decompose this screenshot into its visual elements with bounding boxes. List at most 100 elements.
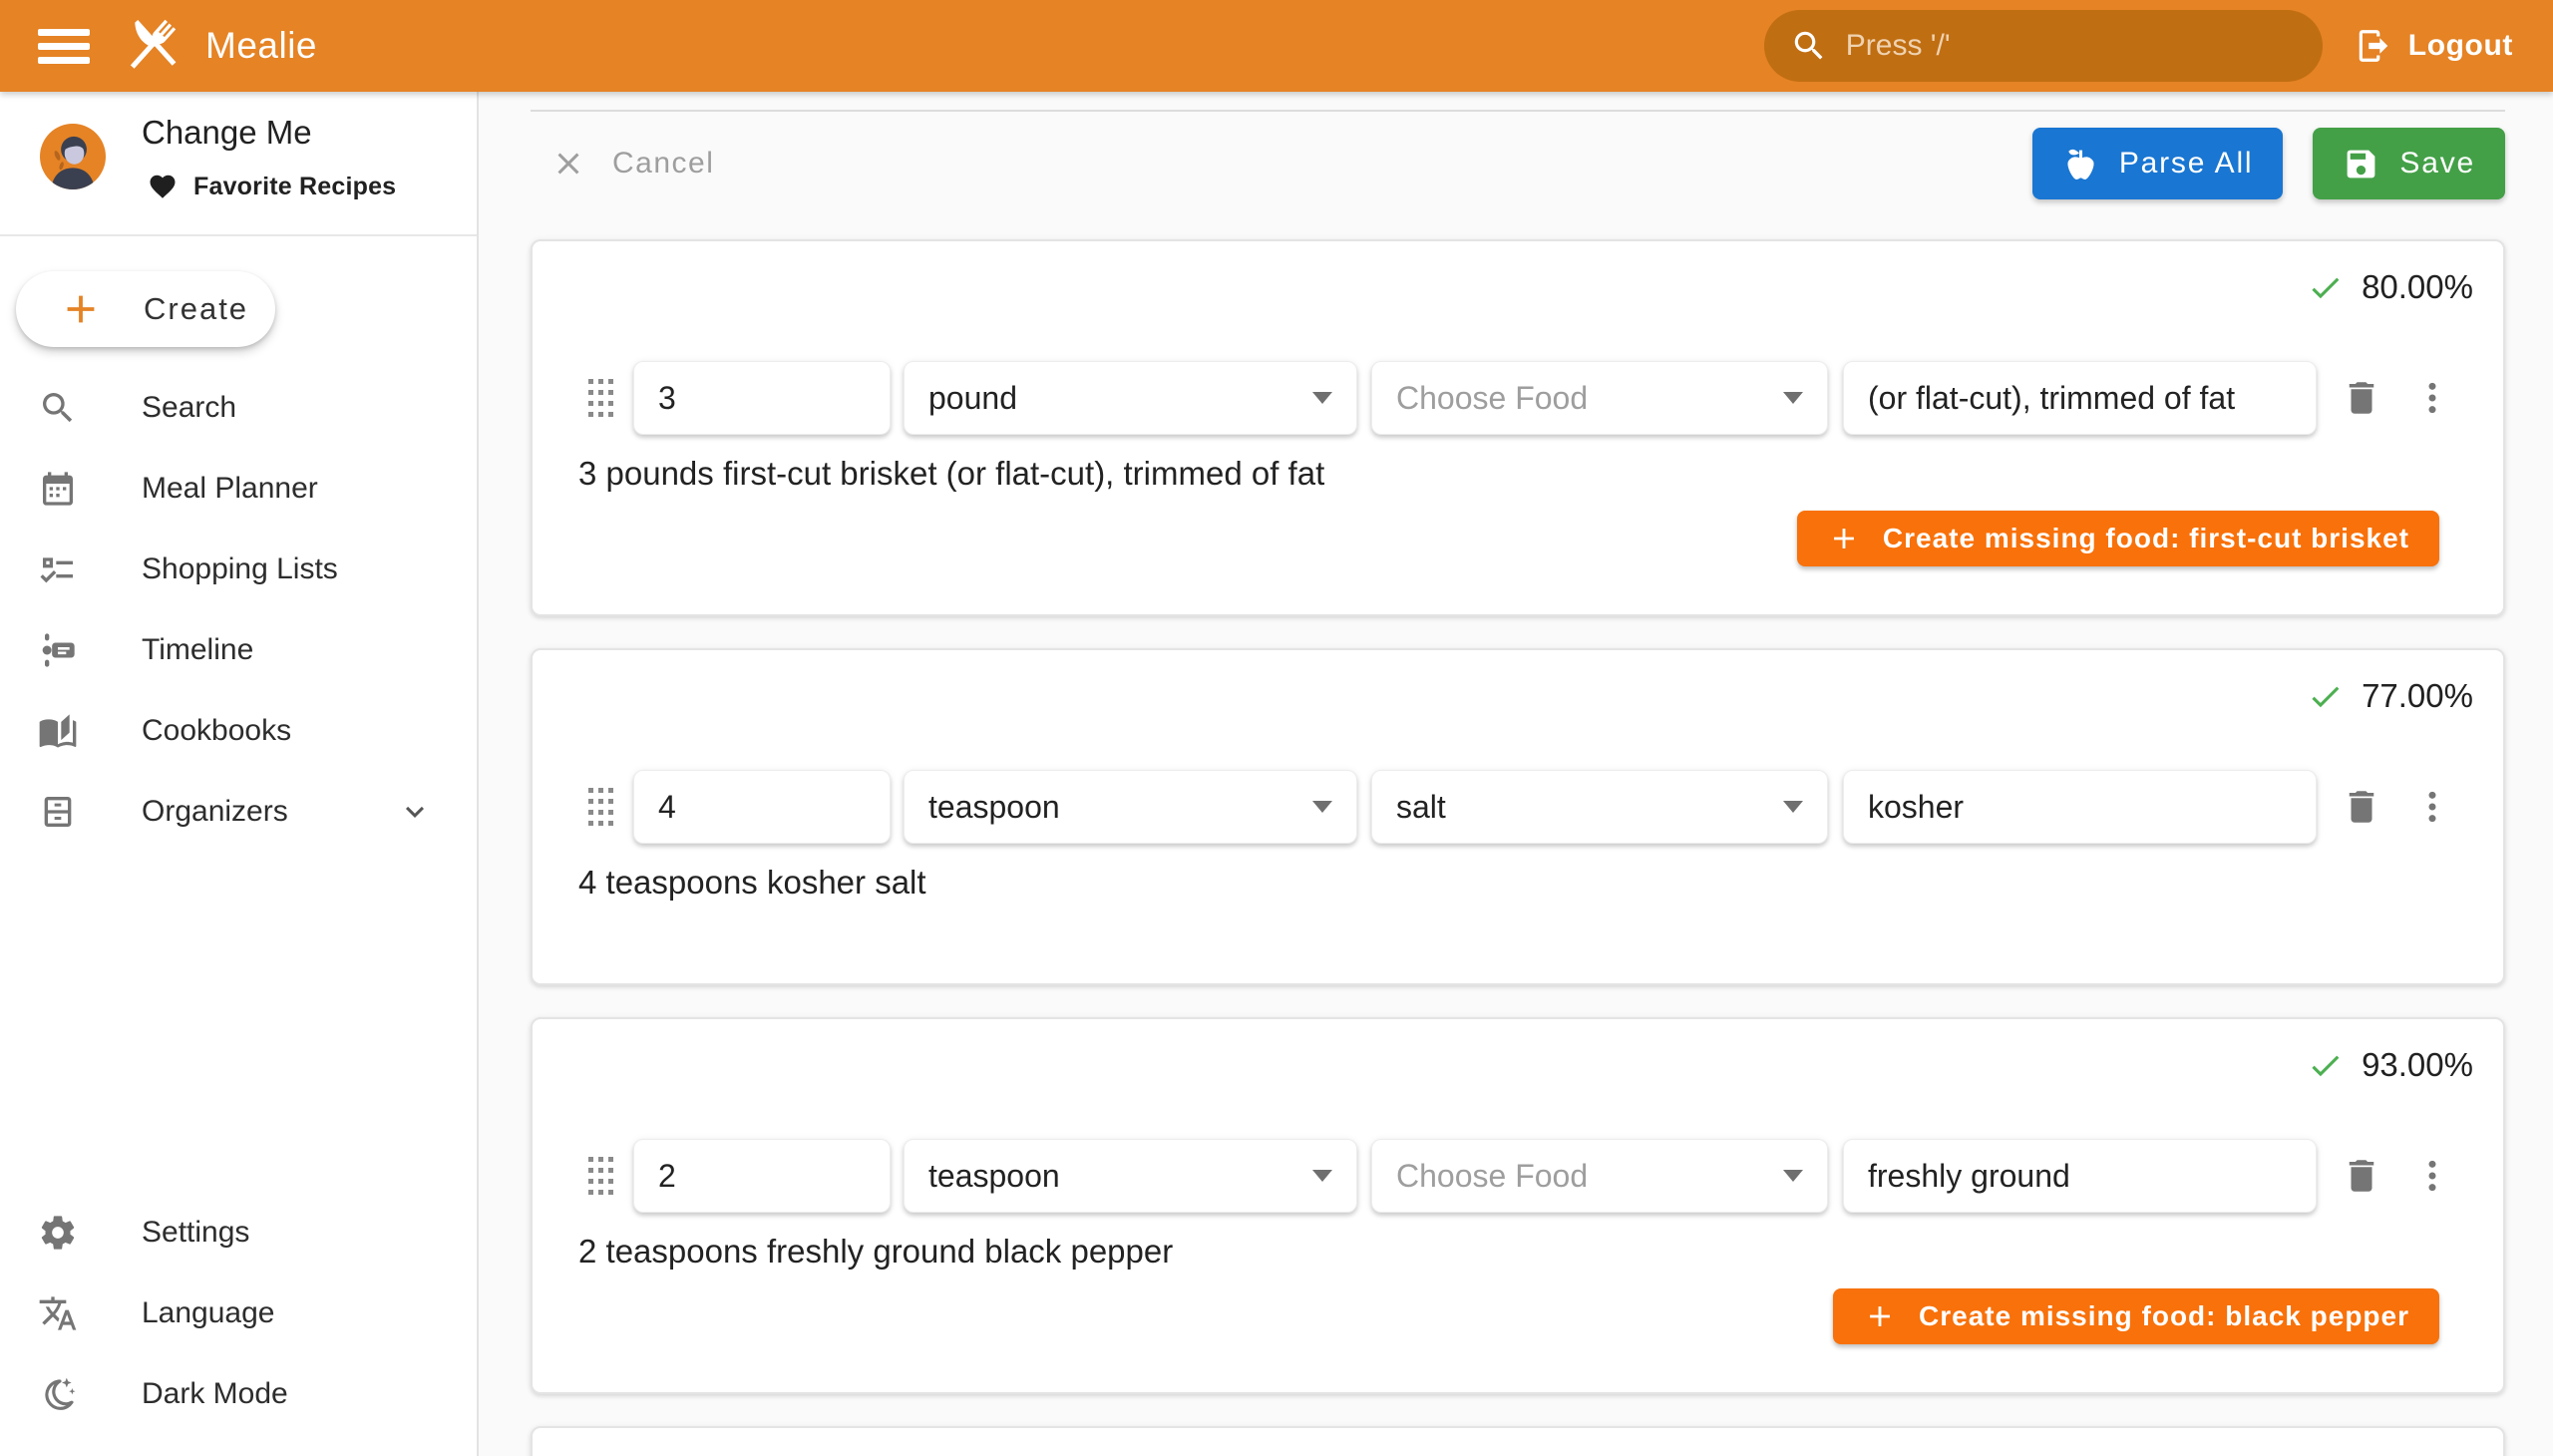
search-input[interactable] (1846, 29, 2297, 63)
original-ingredient-text: 4 teaspoons kosher salt (562, 864, 2473, 902)
sidebar-item-organizers[interactable]: Organizers (0, 771, 477, 852)
sidebar-item-timeline[interactable]: Timeline (0, 609, 477, 690)
sidebar-item-search[interactable]: Search (0, 367, 477, 448)
create-missing-food-label: Create missing food: first-cut brisket (1883, 523, 2409, 554)
quantity-input[interactable] (633, 361, 891, 435)
sidebar-item-cookbooks[interactable]: Cookbooks (0, 690, 477, 771)
plus-icon (1863, 1299, 1897, 1333)
search-icon (1790, 27, 1828, 65)
drag-handle[interactable] (588, 785, 614, 829)
sidebar-item-label: Cookbooks (142, 714, 291, 748)
ingredient-fields-row: teaspoon Choose Food (562, 1139, 2473, 1213)
ingredient-parser-page: Cancel Parse All Save 80.00% (479, 92, 2553, 1456)
more-options-button[interactable] (2412, 787, 2452, 827)
delete-button[interactable] (2341, 786, 2382, 828)
food-value: salt (1396, 789, 1446, 826)
confidence-row: 93.00% (562, 1019, 2473, 1083)
food-select[interactable]: Choose Food (1371, 1139, 1828, 1213)
trash-icon (2341, 1155, 2382, 1197)
sidebar-item-label: Language (142, 1296, 274, 1330)
note-input[interactable] (1843, 361, 2317, 435)
check-icon (2307, 269, 2344, 306)
ingredient-card: 93.00% teaspoon Choose Food (531, 1017, 2505, 1394)
logout-icon (2355, 27, 2392, 65)
save-button[interactable]: Save (2313, 128, 2505, 199)
logout-button[interactable]: Logout (2355, 27, 2513, 65)
unit-select[interactable]: teaspoon (904, 770, 1357, 844)
original-ingredient-text: 3 pounds first-cut brisket (or flat-cut)… (562, 455, 2473, 493)
ingredient-card-partial (531, 1426, 2505, 1456)
calendar-icon (38, 469, 78, 509)
magnify-icon (38, 388, 78, 428)
create-missing-food-label: Create missing food: black pepper (1919, 1300, 2409, 1332)
sidebar-item-label: Search (142, 391, 236, 425)
logout-label: Logout (2408, 29, 2513, 63)
chevron-down-icon (1783, 1170, 1803, 1182)
more-options-button[interactable] (2412, 378, 2452, 418)
sidebar-item-label: Timeline (142, 633, 253, 667)
menu-icon[interactable] (38, 22, 90, 71)
drag-handle[interactable] (588, 376, 614, 420)
mealie-logo-icon (120, 14, 183, 78)
quantity-input[interactable] (633, 770, 891, 844)
more-options-button[interactable] (2412, 1156, 2452, 1196)
chevron-down-icon (397, 794, 433, 830)
drag-handle[interactable] (588, 1154, 614, 1198)
sidebar-footer-nav: Settings Language Dark Mode (0, 1192, 477, 1434)
file-cabinet-icon (38, 792, 78, 832)
heart-icon (148, 172, 178, 201)
original-ingredient-text: 2 teaspoons freshly ground black pepper (562, 1233, 2473, 1271)
parse-all-button[interactable]: Parse All (2032, 128, 2284, 199)
delete-button[interactable] (2341, 1155, 2382, 1197)
food-select[interactable]: salt (1371, 770, 1828, 844)
global-search[interactable] (1764, 10, 2323, 82)
chevron-down-icon (1783, 392, 1803, 404)
favorite-recipes-label: Favorite Recipes (193, 173, 396, 201)
favorite-recipes-link[interactable]: Favorite Recipes (148, 172, 396, 201)
sidebar-item-dark-mode[interactable]: Dark Mode (0, 1353, 477, 1434)
check-icon (2307, 1047, 2344, 1084)
sidebar-item-label: Organizers (142, 795, 288, 829)
app-title: Mealie (205, 25, 317, 67)
timeline-icon (38, 630, 78, 670)
unit-select[interactable]: teaspoon (904, 1139, 1357, 1213)
checklist-icon (38, 549, 78, 589)
unit-select[interactable]: pound (904, 361, 1357, 435)
plus-icon (58, 286, 104, 332)
confidence-value: 77.00% (2362, 677, 2473, 715)
quantity-input[interactable] (633, 1139, 891, 1213)
section-divider (531, 110, 2505, 112)
sidebar-item-shopping-lists[interactable]: Shopping Lists (0, 529, 477, 609)
ingredient-fields-row: teaspoon salt (562, 770, 2473, 844)
sidebar-item-label: Settings (142, 1216, 249, 1250)
cog-icon (38, 1213, 78, 1253)
sidebar: Change Me Favorite Recipes Create Search… (0, 92, 479, 1456)
cancel-button[interactable]: Cancel (550, 146, 714, 182)
trash-icon (2341, 786, 2382, 828)
confidence-value: 80.00% (2362, 268, 2473, 306)
close-icon (550, 146, 586, 182)
note-input[interactable] (1843, 770, 2317, 844)
food-select[interactable]: Choose Food (1371, 361, 1828, 435)
confidence-row: 77.00% (562, 650, 2473, 714)
user-profile-block: Change Me Favorite Recipes (0, 92, 477, 236)
create-button[interactable]: Create (16, 271, 275, 347)
kebab-icon (2412, 1156, 2452, 1196)
sidebar-item-settings[interactable]: Settings (0, 1192, 477, 1273)
create-missing-food-button[interactable]: Create missing food: first-cut brisket (1797, 511, 2439, 566)
book-open-icon (38, 711, 78, 751)
apple-icon (2062, 146, 2099, 182)
note-input[interactable] (1843, 1139, 2317, 1213)
plus-icon (1827, 522, 1861, 555)
confidence-row: 80.00% (562, 241, 2473, 305)
trash-icon (2341, 377, 2382, 419)
delete-button[interactable] (2341, 377, 2382, 419)
save-label: Save (2399, 147, 2475, 181)
create-missing-food-button[interactable]: Create missing food: black pepper (1833, 1288, 2439, 1344)
check-icon (2307, 678, 2344, 715)
sidebar-item-meal-planner[interactable]: Meal Planner (0, 448, 477, 529)
confidence-value: 93.00% (2362, 1046, 2473, 1084)
avatar[interactable] (40, 124, 106, 189)
sidebar-item-language[interactable]: Language (0, 1273, 477, 1353)
sidebar-item-label: Shopping Lists (142, 552, 338, 586)
